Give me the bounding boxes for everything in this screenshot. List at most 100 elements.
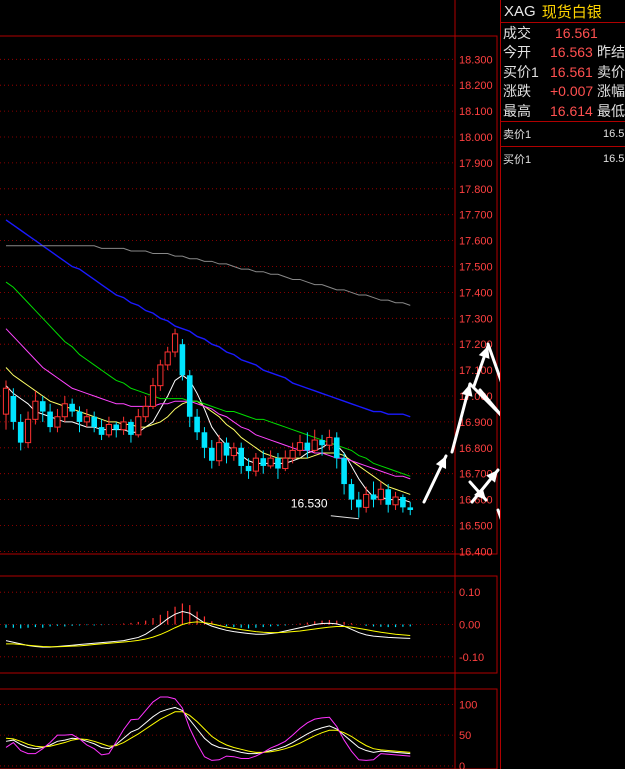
- candle-body: [76, 411, 83, 422]
- quote-label: 买价1: [503, 63, 539, 80]
- candle-body: [216, 442, 223, 462]
- kdj-tick-label: 100: [459, 699, 477, 711]
- candle-body: [83, 416, 90, 423]
- price-grid: [0, 58, 455, 552]
- candle-body: [209, 447, 215, 461]
- y-tick-label: 18.000: [459, 132, 493, 144]
- candle-body: [194, 416, 200, 433]
- candle-body: [245, 465, 252, 472]
- candle-body: [69, 403, 75, 412]
- kdj-tick-label: 0: [459, 761, 465, 769]
- symbol-name: 现货白银: [541, 3, 602, 21]
- quote-extra: 昨结: [597, 44, 625, 61]
- candle-body: [135, 416, 142, 436]
- candle-body: [128, 421, 134, 435]
- candle-body: [304, 442, 311, 451]
- ask-value: 16.5: [603, 127, 625, 140]
- macd-panel: 0.10 0.00 -0.10: [0, 587, 484, 664]
- candle-body: [223, 442, 230, 456]
- macd-line: [5, 611, 411, 648]
- quote-label: 涨跌: [503, 83, 531, 100]
- symbol-code: XAG: [504, 2, 536, 20]
- quote-extra: 卖价: [597, 63, 625, 80]
- kdj-line: [5, 711, 411, 753]
- quote-value: 16.563: [550, 44, 593, 61]
- candle-body: [179, 344, 186, 376]
- candle-body: [47, 411, 53, 428]
- quote-value: 16.561: [555, 24, 598, 41]
- candle-body: [407, 507, 414, 510]
- candle-body: [230, 447, 237, 457]
- candle-body: [61, 403, 68, 418]
- candle-body: [149, 385, 157, 407]
- candle-body: [164, 351, 171, 366]
- y-tick-label: 17.100: [459, 365, 493, 377]
- y-tick-label: 17.300: [459, 313, 493, 325]
- candle-body: [370, 494, 377, 500]
- quote-label: 今开: [503, 44, 531, 61]
- candle-body: [24, 418, 32, 444]
- candle-body: [326, 436, 333, 446]
- y-tick-label: 18.200: [459, 80, 493, 92]
- y-tick-label: 17.500: [459, 262, 493, 274]
- candle-body: [98, 427, 105, 435]
- quote-value: +0.007: [550, 83, 594, 100]
- candle-body: [10, 396, 17, 422]
- candle-body: [296, 442, 304, 451]
- candle-body: [39, 401, 46, 412]
- quote-extra: 最低: [597, 102, 625, 119]
- y-tick-label: 17.600: [459, 236, 493, 248]
- candle-body: [319, 440, 325, 446]
- ma-line: [5, 367, 411, 495]
- kdj-panel: 100 50 0: [0, 696, 477, 769]
- candle-body: [333, 437, 340, 459]
- y-tick-label: 16.400: [459, 546, 493, 558]
- candle-body: [341, 458, 347, 485]
- annotation-leader: [330, 515, 359, 520]
- candle-body: [54, 416, 61, 428]
- candle-body: [238, 447, 244, 466]
- chart-area: 18.300 18.200 18.100 18.000 17.900 17.800 17.7…: [0, 0, 500, 769]
- candle-body: [186, 375, 193, 417]
- kdj-line: [5, 696, 411, 761]
- quote-value: 16.614: [550, 102, 593, 119]
- candle-body: [356, 499, 362, 508]
- candle-body: [385, 489, 391, 505]
- candle-body: [252, 457, 260, 472]
- bid-row[interactable]: 买价1 16.5: [501, 145, 625, 171]
- candle-body: [113, 424, 120, 430]
- candle-body: [311, 439, 318, 451]
- quote-rows: 成交 16.561 今开 16.563 昨结 买价1 16.561 卖价 涨跌 +0.007 涨幅最…: [501, 23, 625, 121]
- quote-panel: XAG 现货白银 成交 16.561 今开 16.563 昨结买价1 16.561 卖价涨跌…: [500, 0, 625, 769]
- quote-row: 成交 16.561: [501, 23, 625, 43]
- ask-row[interactable]: 卖价1 16.5: [501, 120, 625, 146]
- y-tick-label: 16.900: [459, 417, 493, 429]
- ma-line: [5, 374, 411, 503]
- quote-label: 最高: [503, 102, 531, 119]
- moving-averages: [5, 219, 411, 503]
- macd-tick-label: 0.10: [459, 587, 480, 599]
- y-tick-label: 17.400: [459, 287, 493, 299]
- candle-body: [392, 496, 399, 506]
- ask-label: 卖价1: [503, 128, 532, 141]
- candle-body: [289, 449, 296, 459]
- candle-body: [105, 424, 113, 436]
- kdj-tick-label: 50: [459, 730, 471, 742]
- quote-extra: 涨幅: [597, 83, 625, 100]
- macd-tick-label: 0.00: [459, 620, 480, 632]
- y-tick-label: 18.100: [459, 106, 493, 118]
- candle-body: [377, 488, 384, 501]
- quote-row: 涨跌 +0.007 涨幅: [501, 82, 625, 102]
- bid-value: 16.5: [603, 152, 625, 165]
- candle-body: [400, 497, 406, 508]
- bid-label: 买价1: [503, 153, 532, 166]
- quote-label: 成交: [503, 24, 531, 41]
- candles: [2, 328, 414, 518]
- ma-line: [6, 245, 411, 306]
- candle-body: [2, 387, 10, 415]
- quote-title: XAG 现货白银: [501, 0, 625, 23]
- candle-body: [275, 458, 281, 469]
- candle-body: [282, 457, 289, 470]
- y-tick-label: 17.800: [459, 184, 493, 196]
- candle-body: [120, 421, 127, 431]
